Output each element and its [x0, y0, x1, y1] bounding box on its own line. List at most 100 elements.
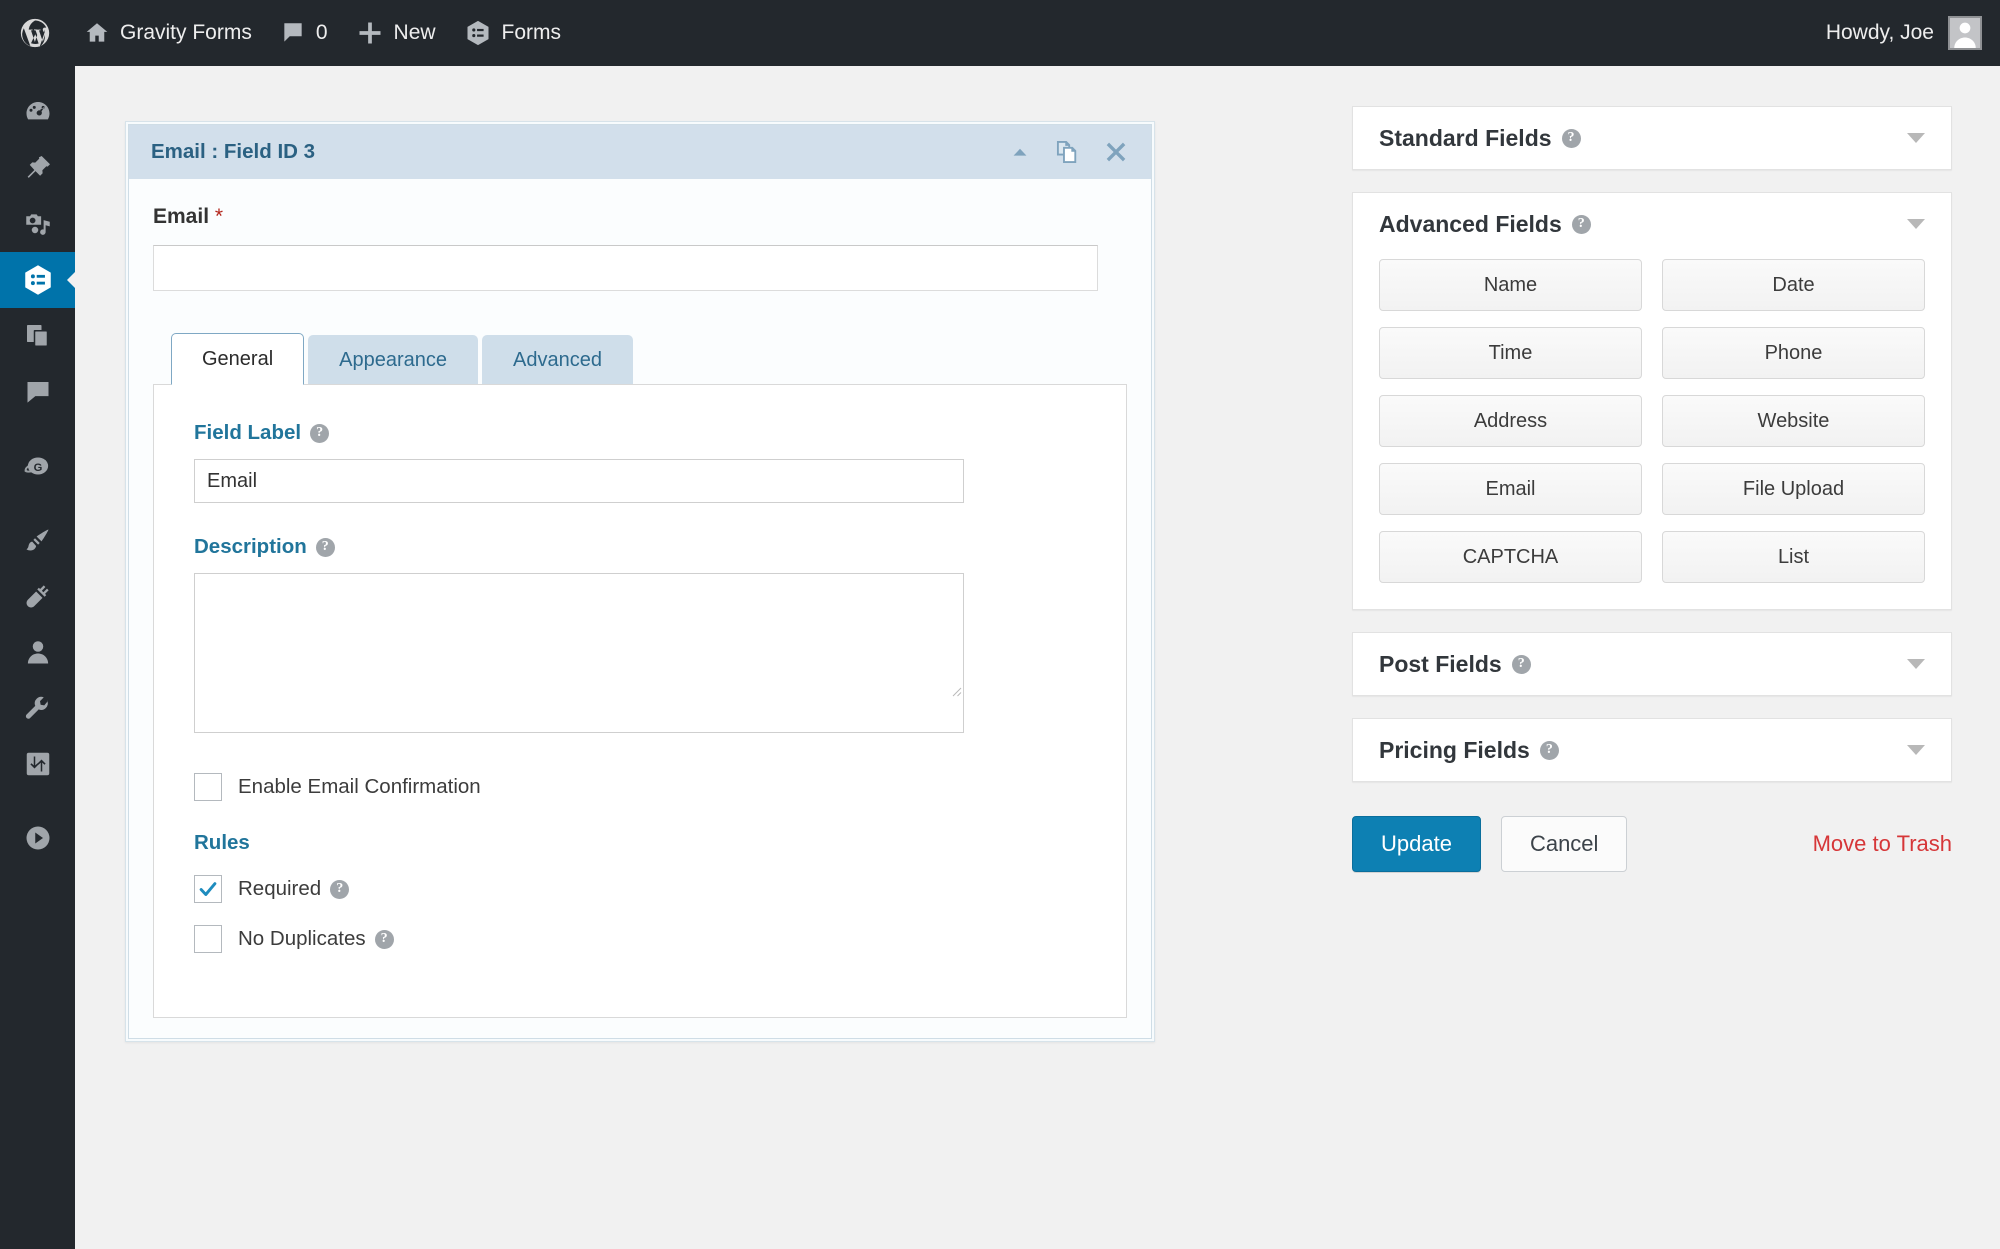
move-to-trash-link[interactable]: Move to Trash — [1813, 831, 1952, 857]
required-label: Required ? — [238, 877, 350, 901]
panel-advanced-fields-title: Advanced Fields ? — [1379, 211, 1591, 238]
chevron-down-icon[interactable] — [1907, 219, 1925, 229]
sidebar-item-posts[interactable] — [0, 140, 75, 196]
field-label-heading-text: Field Label — [194, 421, 302, 444]
help-icon[interactable]: ? — [1511, 654, 1531, 674]
add-field-list[interactable]: List — [1662, 531, 1925, 583]
tab-general[interactable]: General — [171, 333, 305, 385]
help-icon[interactable]: ? — [330, 879, 350, 899]
sidebar-item-appearance[interactable] — [0, 512, 75, 568]
description-textarea[interactable] — [194, 573, 964, 733]
help-icon[interactable]: ? — [310, 423, 330, 443]
help-icon[interactable]: ? — [1539, 740, 1559, 760]
tab-panel-general: Field Label ? Description ? — [153, 384, 1127, 1018]
svg-text:G: G — [33, 462, 42, 474]
sidebar-item-gravity-g[interactable]: G — [0, 438, 75, 494]
admin-bar-account[interactable]: Howdy, Joe — [1826, 16, 2000, 50]
no-duplicates-checkbox[interactable] — [194, 925, 222, 953]
sidebar-item-pages[interactable] — [0, 308, 75, 364]
sidebar-item-forms[interactable] — [0, 252, 76, 308]
wrench-icon — [23, 693, 53, 723]
tab-appearance[interactable]: Appearance — [308, 335, 479, 384]
dashboard-gauge-icon — [23, 97, 53, 127]
avatar — [1948, 16, 1982, 50]
description-heading: Description ? — [194, 535, 1086, 559]
plus-icon — [356, 19, 384, 47]
sidebar-item-collapse-menu[interactable] — [0, 810, 75, 866]
enable-email-confirmation-label: Enable Email Confirmation — [238, 775, 481, 798]
field-editor-header-actions — [1009, 138, 1129, 166]
panel-standard-fields-title-text: Standard Fields — [1379, 124, 1552, 151]
duplicate-pages-icon[interactable] — [1053, 138, 1081, 166]
required-checkbox[interactable] — [194, 875, 222, 903]
sidebar-item-settings[interactable] — [0, 736, 75, 792]
add-field-website[interactable]: Website — [1662, 395, 1925, 447]
form-action-row: Update Cancel Move to Trash — [1352, 816, 1952, 872]
help-icon[interactable]: ? — [374, 929, 394, 949]
add-field-file-upload[interactable]: File Upload — [1662, 463, 1925, 515]
field-preview-label-text: Email — [153, 205, 210, 228]
tab-advanced[interactable]: Advanced — [482, 335, 633, 384]
enable-email-confirmation-checkbox[interactable] — [194, 773, 222, 801]
sidebar-item-media[interactable] — [0, 196, 75, 252]
field-library-sidebar: Standard Fields ? Advanced Fields ? Name… — [1352, 106, 1952, 872]
sidebar-item-plugins[interactable] — [0, 568, 75, 624]
add-field-date[interactable]: Date — [1662, 259, 1925, 311]
help-icon[interactable]: ? — [1571, 214, 1591, 234]
add-field-phone[interactable]: Phone — [1662, 327, 1925, 379]
rule-required-row[interactable]: Required ? — [194, 869, 1086, 909]
caret-up-icon[interactable] — [1009, 141, 1031, 163]
chevron-down-icon[interactable] — [1907, 745, 1925, 755]
admin-bar-new-content[interactable]: New — [342, 0, 450, 66]
add-field-address[interactable]: Address — [1379, 395, 1642, 447]
add-field-time[interactable]: Time — [1379, 327, 1642, 379]
enable-email-confirmation-row[interactable]: Enable Email Confirmation — [194, 767, 1086, 807]
cancel-button[interactable]: Cancel — [1500, 816, 1628, 872]
close-x-icon[interactable] — [1103, 139, 1129, 165]
panel-standard-fields-title: Standard Fields ? — [1379, 125, 1581, 152]
add-field-email[interactable]: Email — [1379, 463, 1642, 515]
admin-bar-comments[interactable]: 0 — [266, 0, 342, 66]
admin-bar-comments-count: 0 — [315, 21, 328, 44]
no-duplicates-label: No Duplicates ? — [238, 927, 394, 951]
field-settings-tabs: General Appearance Advanced — [153, 333, 1127, 385]
field-preview-label: Email * — [153, 205, 1127, 229]
panel-pricing-fields-title-text: Pricing Fields — [1379, 736, 1530, 763]
field-editor-header: Email : Field ID 3 — [129, 125, 1151, 179]
sidebar-item-users[interactable] — [0, 624, 75, 680]
sidebar-item-tools[interactable] — [0, 680, 75, 736]
rule-no-duplicates-row[interactable]: No Duplicates ? — [194, 919, 1086, 959]
panel-pricing-fields-header[interactable]: Pricing Fields ? — [1353, 719, 1951, 781]
admin-bar-new-label: New — [393, 21, 436, 44]
help-icon[interactable]: ? — [1561, 128, 1581, 148]
chevron-down-icon[interactable] — [1907, 133, 1925, 143]
wp-logo-button[interactable] — [0, 0, 70, 66]
wordpress-logo-icon — [18, 16, 52, 50]
tab-advanced-label: Advanced — [513, 348, 602, 371]
sidebar-item-comments[interactable] — [0, 364, 75, 420]
chevron-down-icon[interactable] — [1907, 659, 1925, 669]
field-preview-input[interactable] — [153, 245, 1098, 291]
add-field-name[interactable]: Name — [1379, 259, 1642, 311]
tab-general-label: General — [202, 347, 274, 370]
rules-heading: Rules — [194, 831, 250, 854]
update-button[interactable]: Update — [1352, 816, 1481, 872]
wp-admin-bar: Gravity Forms 0 New Forms Howdy, Joe — [0, 0, 2000, 66]
help-icon[interactable]: ? — [315, 537, 335, 557]
admin-bar-forms[interactable]: Forms — [450, 0, 576, 66]
field-editor-card: Email : Field ID 3 Email * General Appea… — [125, 121, 1155, 1042]
field-label-input[interactable] — [194, 459, 964, 503]
description-heading-text: Description — [194, 535, 307, 558]
panel-advanced-fields-header[interactable]: Advanced Fields ? — [1353, 193, 1951, 255]
field-label-heading: Field Label ? — [194, 421, 1086, 445]
admin-bar-site-name[interactable]: Gravity Forms — [70, 0, 266, 66]
wp-body: Email : Field ID 3 Email * General Appea… — [75, 66, 2000, 1249]
admin-sidebar-menu: G — [0, 66, 76, 1249]
add-field-captcha[interactable]: CAPTCHA — [1379, 531, 1642, 583]
panel-standard-fields-header[interactable]: Standard Fields ? — [1353, 107, 1951, 169]
account-greeting: Howdy, Joe — [1825, 21, 1934, 44]
panel-post-fields-title: Post Fields ? — [1379, 651, 1531, 678]
panel-post-fields-header[interactable]: Post Fields ? — [1353, 633, 1951, 695]
advanced-field-button-grid: Name Date Time Phone Address Website Ema… — [1379, 259, 1925, 583]
sidebar-item-dashboard[interactable] — [0, 84, 75, 140]
